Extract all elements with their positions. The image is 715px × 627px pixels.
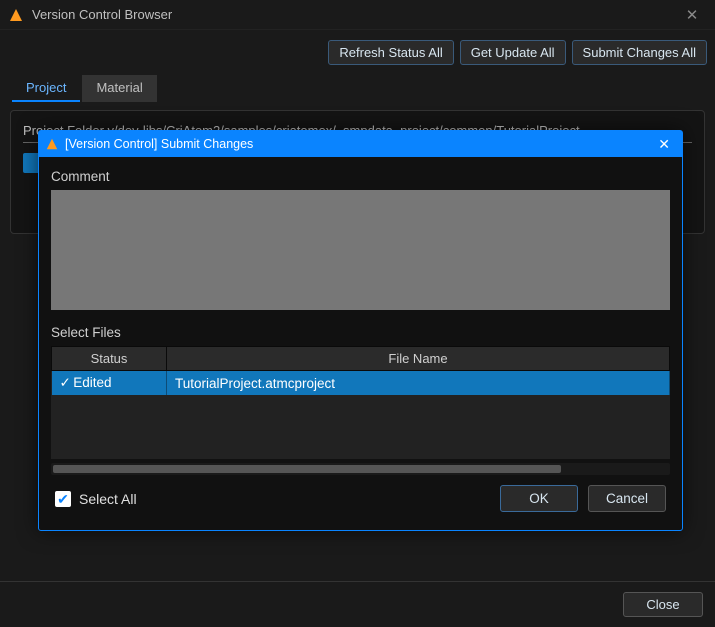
ok-button[interactable]: OK <box>500 485 578 512</box>
dialog-title: [Version Control] Submit Changes <box>65 137 652 151</box>
submit-changes-all-button[interactable]: Submit Changes All <box>572 40 707 65</box>
comment-label: Comment <box>51 169 670 184</box>
row-filename: TutorialProject.atmcproject <box>167 371 670 396</box>
row-status-text: Edited <box>73 375 111 390</box>
main-close-button[interactable]: ✕ <box>677 6 707 24</box>
main-window-title: Version Control Browser <box>32 7 677 22</box>
horizontal-scrollbar[interactable] <box>51 463 670 475</box>
select-all-checkbox[interactable]: ✔ <box>55 491 71 507</box>
cancel-button[interactable]: Cancel <box>588 485 666 512</box>
select-all-label: Select All <box>79 491 137 507</box>
column-status[interactable]: Status <box>52 347 167 371</box>
tab-material[interactable]: Material <box>82 75 156 102</box>
table-row[interactable]: ✓ Edited TutorialProject.atmcproject <box>52 371 670 396</box>
file-table-empty-area <box>51 395 670 459</box>
tab-bar: Project Material <box>0 75 715 102</box>
select-files-label: Select Files <box>51 325 670 340</box>
dialog-close-button[interactable]: ✕ <box>652 136 676 153</box>
main-footer: Close <box>0 581 715 627</box>
submit-changes-dialog: [Version Control] Submit Changes ✕ Comme… <box>38 130 683 531</box>
dialog-footer: ✔ Select All OK Cancel <box>51 475 670 516</box>
comment-input[interactable] <box>51 190 670 310</box>
scrollbar-thumb[interactable] <box>53 465 561 473</box>
dialog-body: Comment Select Files Status File Name ✓ … <box>39 157 682 530</box>
main-titlebar: Version Control Browser ✕ <box>0 0 715 30</box>
row-check-icon: ✓ <box>60 375 70 391</box>
main-toolbar: Refresh Status All Get Update All Submit… <box>0 30 715 75</box>
tab-project[interactable]: Project <box>12 75 80 102</box>
close-button[interactable]: Close <box>623 592 703 617</box>
dialog-titlebar[interactable]: [Version Control] Submit Changes ✕ <box>39 131 682 157</box>
app-icon <box>45 137 59 151</box>
refresh-status-all-button[interactable]: Refresh Status All <box>328 40 453 65</box>
column-filename[interactable]: File Name <box>167 347 670 371</box>
get-update-all-button[interactable]: Get Update All <box>460 40 566 65</box>
app-icon <box>8 7 24 23</box>
file-table: Status File Name ✓ Edited TutorialProjec… <box>51 346 670 395</box>
row-status: ✓ Edited <box>52 371 167 396</box>
